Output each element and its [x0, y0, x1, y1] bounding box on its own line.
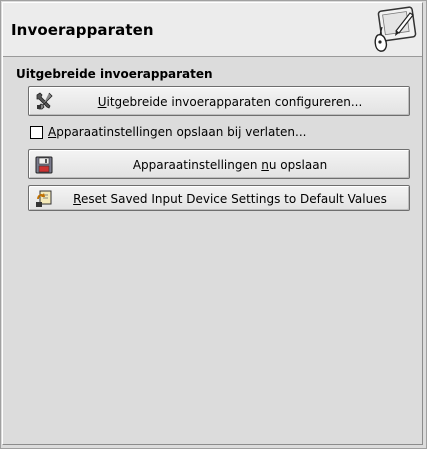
configure-input-devices-button[interactable]: Uitgebreide invoerapparaten configureren… [28, 86, 410, 116]
section-title: Uitgebreide invoerapparaten [16, 67, 213, 81]
input-devices-tablet-icon [374, 6, 417, 52]
save-settings-now-button[interactable]: Apparaatinstellingen nu opslaan [28, 149, 410, 179]
page-header: Invoerapparaten [3, 3, 422, 57]
save-on-exit-label[interactable]: Apparaatinstellingen opslaan bij verlate… [48, 125, 306, 139]
save-on-exit-checkbox[interactable] [30, 126, 43, 139]
configure-button-label: Uitgebreide invoerapparaten configureren… [97, 95, 363, 109]
floppy-disk-icon [35, 156, 53, 174]
reset-button-label: Reset Saved Input Device Settings to Def… [73, 192, 387, 206]
reset-icon [36, 190, 52, 207]
reset-settings-button[interactable]: Reset Saved Input Device Settings to Def… [28, 185, 410, 211]
page-title: Invoerapparaten [11, 21, 154, 39]
save-now-button-label: Apparaatinstellingen nu opslaan [132, 158, 328, 172]
tools-icon [36, 92, 53, 110]
